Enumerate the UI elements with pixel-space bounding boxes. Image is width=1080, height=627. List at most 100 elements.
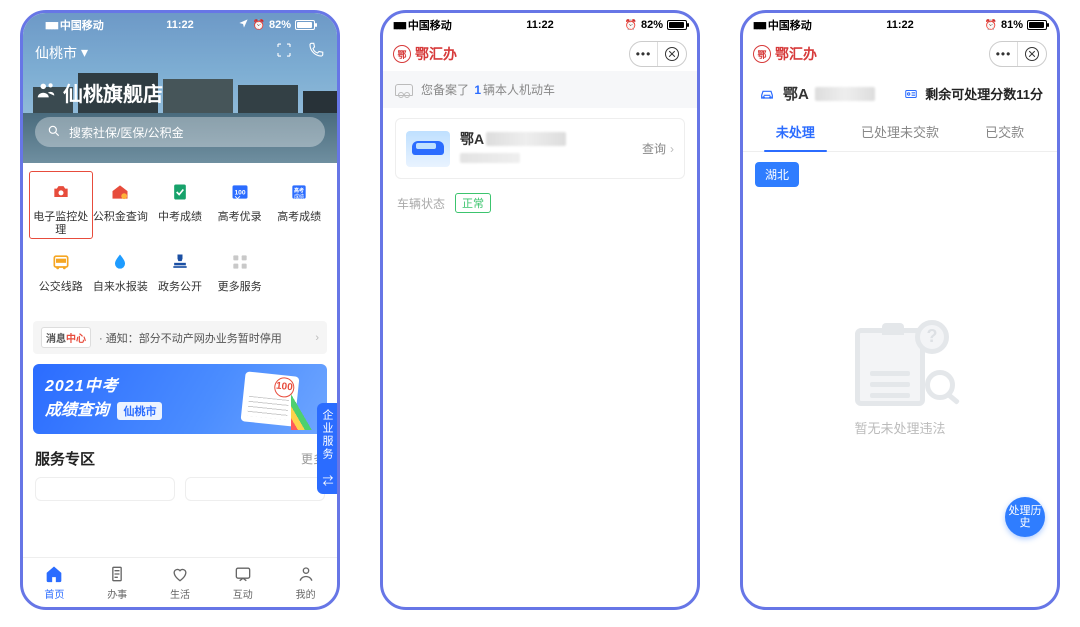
- close-button[interactable]: [1018, 42, 1046, 66]
- redacted-plate: [815, 87, 875, 101]
- screen-2-vehicle-list: 中国移动 11:22 82% 鄂 鄂汇办 您备案了 1辆本人机动车: [380, 10, 700, 610]
- close-button[interactable]: [658, 42, 686, 66]
- app-header: 鄂 鄂汇办: [743, 37, 1057, 71]
- app-logo: 鄂 鄂汇办: [753, 44, 817, 64]
- status-label: 车辆状态: [397, 195, 445, 212]
- tab-mine[interactable]: 我的: [274, 558, 337, 607]
- redacted-plate: [486, 132, 566, 146]
- signal-icon: [45, 19, 57, 31]
- tab-life[interactable]: 生活: [149, 558, 212, 607]
- tab-affairs[interactable]: 办事: [86, 558, 149, 607]
- section-header: 服务专区 更多: [35, 448, 325, 469]
- car-outline-icon: [395, 84, 413, 96]
- dots-icon: [996, 47, 1012, 61]
- screen-1-home: 中国移动 11:22 82% 仙桃市 ▾: [20, 10, 340, 610]
- house-money-icon: [105, 177, 135, 207]
- city-name: 仙桃市: [35, 43, 77, 63]
- gaokao-icon: 高考成绩: [284, 177, 314, 207]
- battery-percent: 81%: [1001, 19, 1023, 31]
- service-item-electronic-monitoring[interactable]: 电子监控处理: [31, 177, 91, 237]
- tab-paid[interactable]: 已交款: [952, 112, 1057, 151]
- chevron-right-icon: ›: [670, 142, 674, 156]
- service-item-gov-public[interactable]: 政务公开: [150, 247, 210, 307]
- camera-icon: [46, 177, 76, 207]
- carrier-label: 中国移动: [768, 17, 812, 33]
- enterprise-side-tab[interactable]: 企业服务 ⇄: [317, 403, 337, 494]
- vehicle-card[interactable]: 鄂A 查询›: [395, 118, 685, 179]
- screen-3-violations: 中国移动 11:22 81% 鄂 鄂汇办 鄂A 剩余可处理分数11分: [740, 10, 1060, 610]
- redacted-sub: [460, 153, 520, 163]
- vehicle-count-band: 您备案了 1辆本人机动车: [383, 71, 697, 108]
- plate-points-bar: 鄂A 剩余可处理分数11分: [753, 75, 1047, 112]
- dots-icon: [636, 47, 652, 61]
- stamp-icon: [165, 247, 195, 277]
- city-row: 仙桃市 ▾: [35, 41, 325, 64]
- banner-line2: 成绩查询: [45, 402, 109, 419]
- close-icon: [1025, 47, 1039, 61]
- plate-display: 鄂A: [757, 83, 875, 104]
- city-selector[interactable]: 仙桃市 ▾: [35, 43, 88, 63]
- tab-label: 办事: [107, 586, 127, 601]
- service-item-water[interactable]: 自来水报装: [91, 247, 151, 307]
- mini-card[interactable]: [35, 477, 175, 501]
- store-title-row: 仙桃旗舰店: [35, 78, 325, 107]
- banner-city-chip: 仙桃市: [117, 402, 162, 420]
- battery-icon: [667, 20, 687, 30]
- tab-label: 我的: [296, 586, 316, 601]
- points-remaining: 剩余可处理分数11分: [903, 84, 1043, 103]
- service-item-zhongkao-score[interactable]: 中考成绩: [150, 177, 210, 237]
- svg-text:100: 100: [234, 190, 245, 197]
- chevron-right-icon: ›: [315, 332, 319, 344]
- status-bar: 中国移动 11:22 82%: [35, 13, 325, 37]
- tab-label: 互动: [233, 586, 253, 601]
- count-highlight: 1: [474, 83, 481, 97]
- battery-icon: [1027, 20, 1047, 30]
- signal-icon: [393, 19, 405, 31]
- tab-label: 首页: [44, 586, 64, 601]
- scan-icon[interactable]: [275, 41, 293, 64]
- water-drop-icon: [105, 247, 135, 277]
- query-link[interactable]: 查询›: [642, 140, 674, 157]
- alarm-icon: [625, 19, 637, 31]
- region-chip[interactable]: 湖北: [755, 162, 799, 187]
- seal-icon: 鄂: [393, 45, 411, 63]
- people-icon: [35, 79, 57, 107]
- tab-home[interactable]: 首页: [23, 558, 86, 607]
- tab-unprocessed[interactable]: 未处理: [743, 112, 848, 151]
- app-header: 鄂 鄂汇办: [383, 37, 697, 71]
- notice-bar[interactable]: 消息中心 · 通知：部分不动产网办业务暂时停用 ›: [33, 321, 327, 354]
- service-label: 中考成绩: [158, 211, 202, 237]
- service-label: 高考优录: [218, 211, 262, 237]
- mini-card[interactable]: [185, 477, 325, 501]
- service-item-housing-fund[interactable]: 公积金查询: [91, 177, 151, 237]
- svg-text:高考: 高考: [294, 187, 304, 194]
- store-title: 仙桃旗舰店: [63, 78, 163, 107]
- service-item-gaokao-score[interactable]: 高考成绩 高考成绩: [269, 177, 329, 237]
- tab-interact[interactable]: 互动: [211, 558, 274, 607]
- menu-button[interactable]: [990, 42, 1018, 66]
- phone-icon[interactable]: [307, 41, 325, 64]
- promo-banner[interactable]: 2021中考 成绩查询 仙桃市: [33, 364, 327, 434]
- tab-processed-unpaid[interactable]: 已处理未交款: [848, 112, 953, 151]
- empty-illustration: ?: [845, 318, 955, 408]
- service-grid: 电子监控处理 公积金查询 中考成绩 100 高考优录 高考成绩 高考成绩: [23, 163, 337, 315]
- app-name: 鄂汇办: [775, 44, 817, 64]
- more-grid-icon: [225, 247, 255, 277]
- carrier-label: 中国移动: [60, 17, 104, 33]
- menu-button[interactable]: [630, 42, 658, 66]
- service-item-more[interactable]: 更多服务: [210, 247, 270, 307]
- service-item-gaokao-youlu[interactable]: 100 高考优录: [210, 177, 270, 237]
- close-icon: [665, 47, 679, 61]
- battery-percent: 82%: [269, 19, 291, 31]
- tab-label: 生活: [170, 586, 190, 601]
- service-item-bus-routes[interactable]: 公交线路: [31, 247, 91, 307]
- history-fab[interactable]: 处理历史: [1005, 497, 1045, 537]
- search-input[interactable]: 搜索社保/医保/公积金: [35, 117, 325, 147]
- violation-tabs: 未处理 已处理未交款 已交款: [743, 112, 1057, 152]
- app-logo: 鄂 鄂汇办: [393, 44, 457, 64]
- bottom-tab-bar: 首页 办事 生活 互动 我的: [23, 557, 337, 607]
- clock: 11:22: [886, 19, 914, 31]
- status-bar: 中国移动 11:22 81%: [743, 13, 1057, 37]
- car-thumb-icon: [406, 131, 450, 167]
- alarm-icon: [985, 19, 997, 31]
